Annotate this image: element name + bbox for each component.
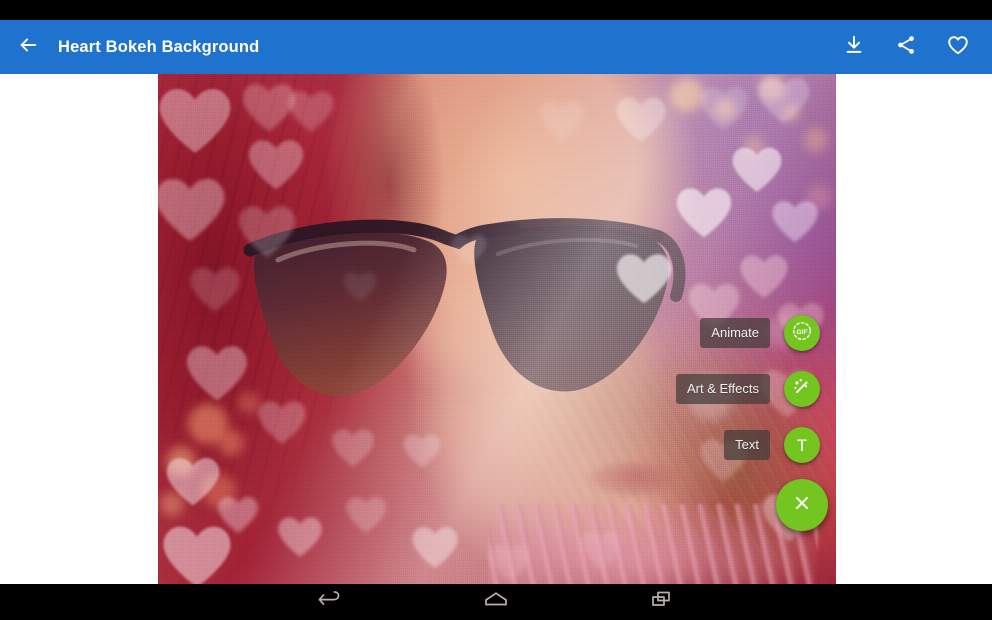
fab-item-art-effects[interactable]: Art & Effects <box>675 371 820 407</box>
share-icon <box>895 34 917 61</box>
heart-outline-icon <box>946 33 970 62</box>
status-bar <box>0 0 992 20</box>
app-toolbar: Heart Bokeh Background <box>0 20 992 74</box>
close-fab-button[interactable] <box>776 479 828 531</box>
back-arrow-icon <box>317 589 343 616</box>
android-navigation-bar <box>0 584 992 620</box>
favorite-button[interactable] <box>932 20 984 74</box>
download-icon <box>843 34 865 61</box>
animate-button[interactable]: GIF <box>784 315 820 351</box>
fab-label-text[interactable]: Text <box>724 430 770 460</box>
arrow-left-icon <box>17 34 39 61</box>
page-title: Heart Bokeh Background <box>58 37 260 56</box>
magic-wand-icon <box>791 376 813 403</box>
close-icon <box>791 492 813 519</box>
fab-label-animate[interactable]: Animate <box>700 318 770 348</box>
gif-icon: GIF <box>791 320 813 347</box>
fab-item-text[interactable]: Text T <box>724 427 820 463</box>
nav-back-button[interactable] <box>280 584 380 620</box>
download-button[interactable] <box>828 20 880 74</box>
art-effects-button[interactable] <box>784 371 820 407</box>
fab-label-art-effects[interactable]: Art & Effects <box>675 374 770 404</box>
content-area: Animate GIF Art & Effects Text T <box>0 74 992 584</box>
heart-bokeh-wallpaper[interactable]: Animate GIF Art & Effects Text T <box>158 74 836 584</box>
recents-icon <box>649 589 675 616</box>
share-button[interactable] <box>880 20 932 74</box>
text-t-icon: T <box>796 435 808 455</box>
text-button[interactable]: T <box>784 427 820 463</box>
svg-text:GIF: GIF <box>796 328 807 335</box>
back-button[interactable] <box>0 20 56 74</box>
nav-recents-button[interactable] <box>612 584 712 620</box>
device-screen: Heart Bokeh Background Animate GIF Art &… <box>0 0 992 620</box>
nav-home-button[interactable] <box>446 584 546 620</box>
fab-item-animate[interactable]: Animate GIF <box>700 315 820 351</box>
home-icon <box>483 589 509 616</box>
